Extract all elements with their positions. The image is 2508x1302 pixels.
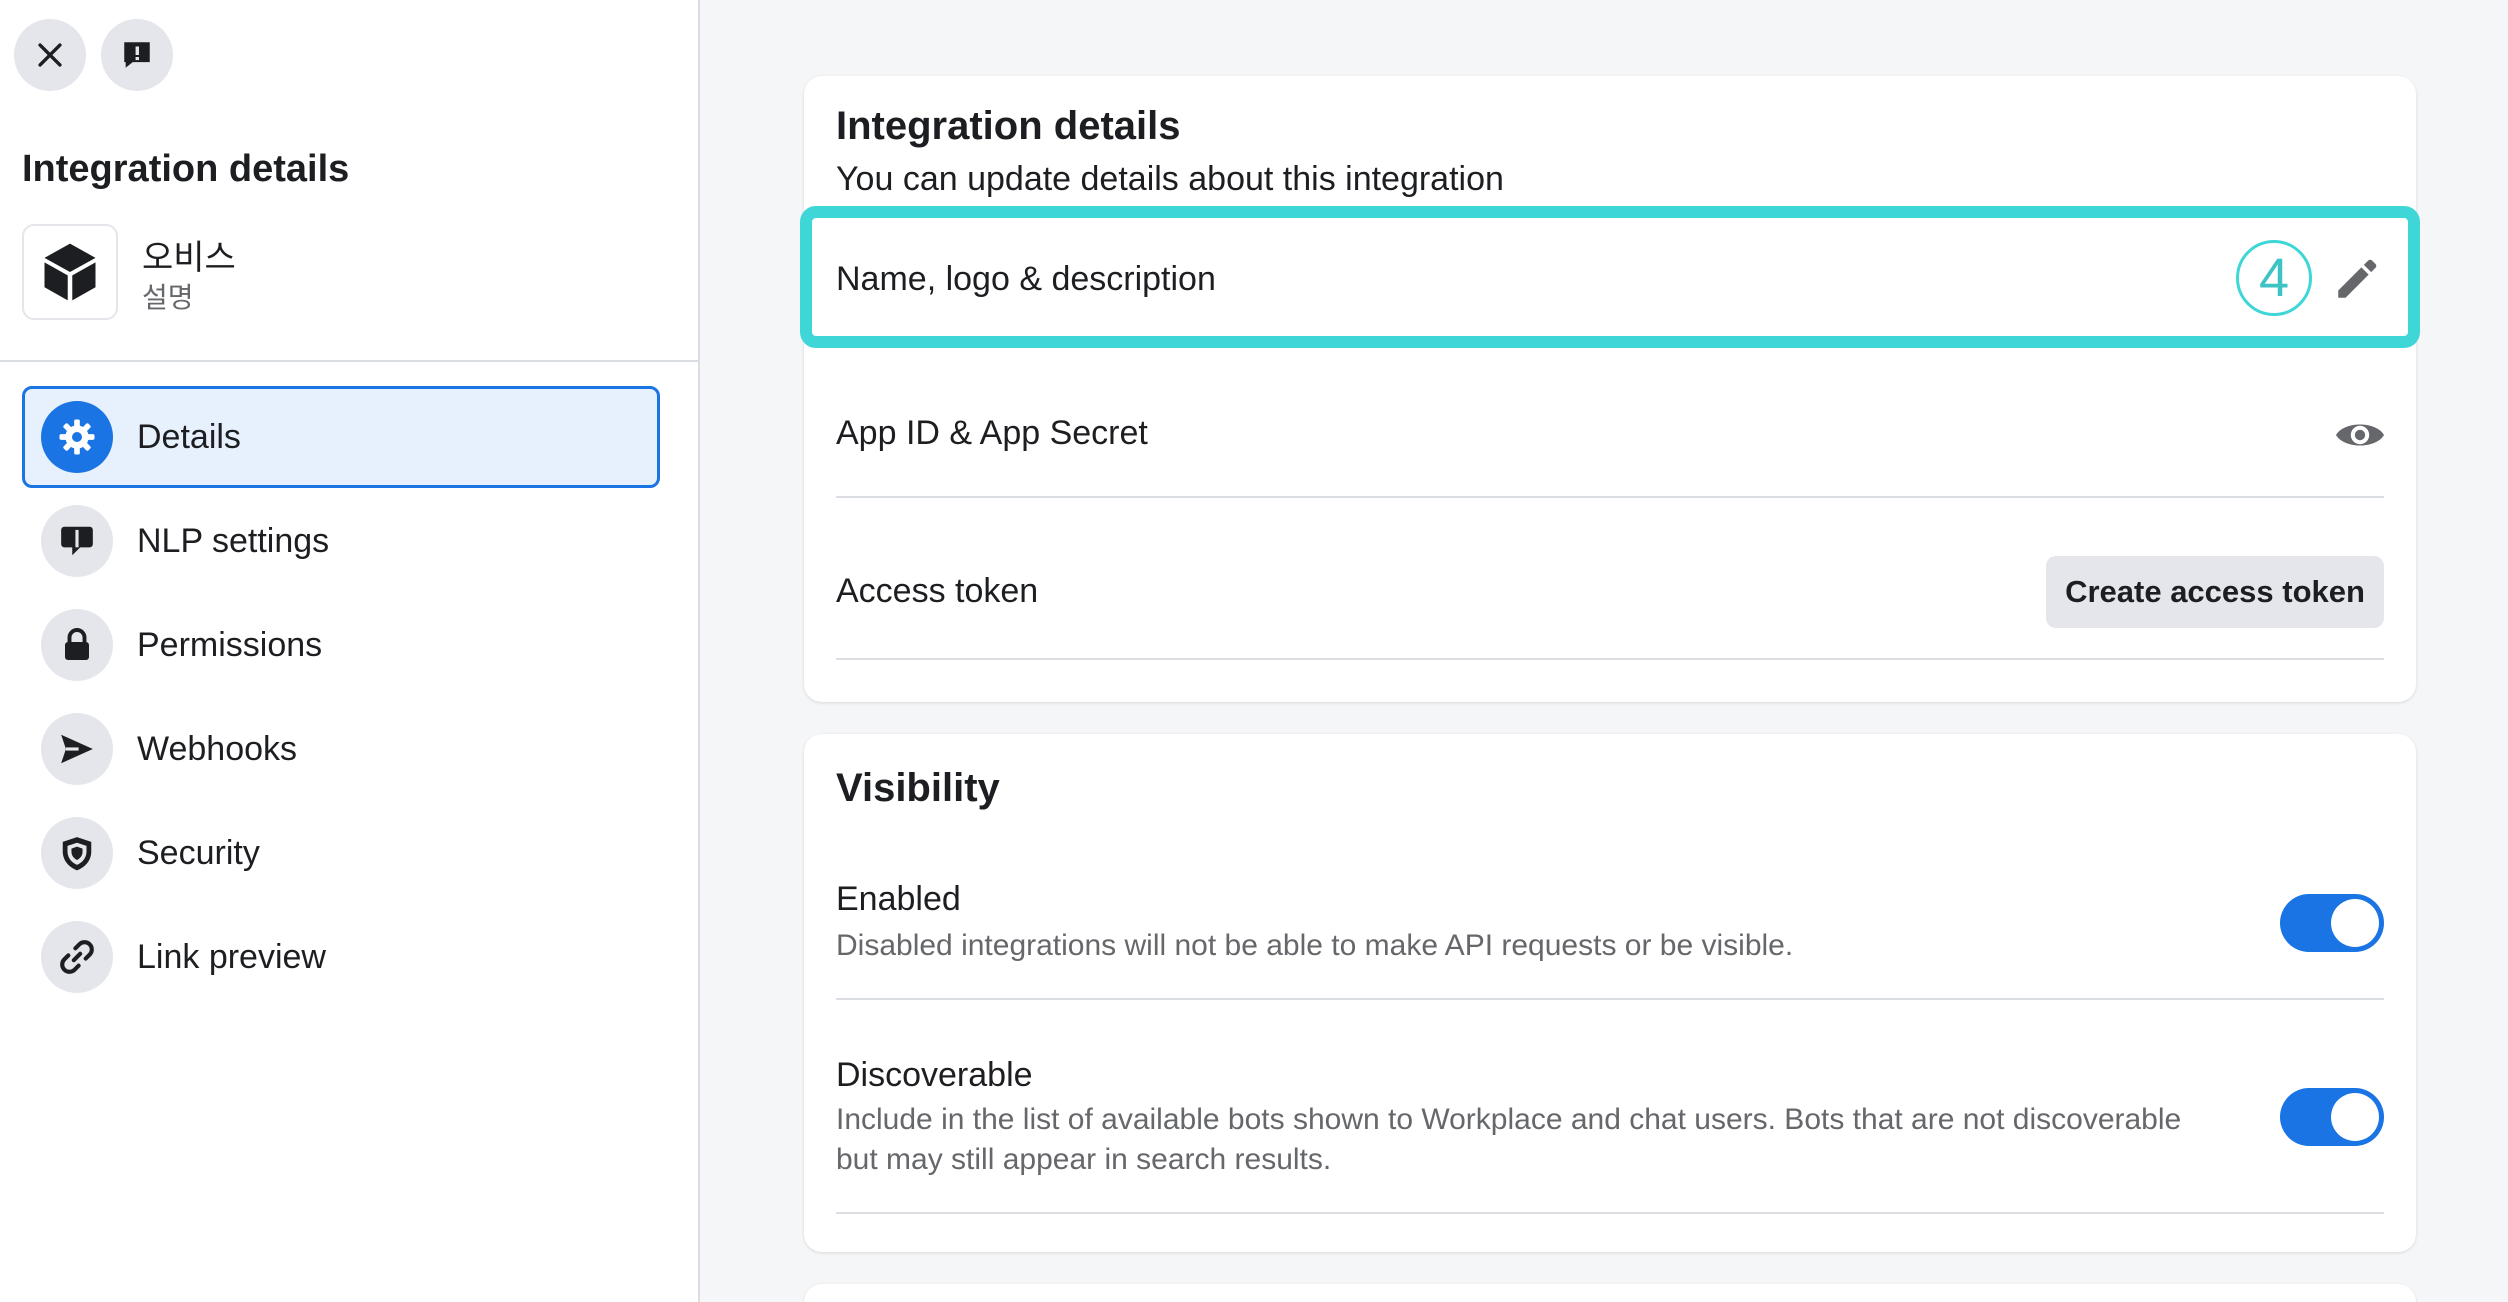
pencil-icon [2338, 259, 2377, 298]
report-button[interactable] [101, 19, 173, 91]
integration-details-card: Integration details You can update detai… [800, 76, 2420, 702]
enabled-title: Enabled [836, 880, 961, 918]
toggle-knob [2331, 899, 2379, 947]
sidebar-item-label: Link preview [137, 937, 326, 976]
lock-icon [65, 628, 89, 660]
reveal-secret-button[interactable] [2334, 414, 2386, 461]
cube-icon [44, 243, 96, 301]
sidebar-item-label: Webhooks [137, 729, 298, 768]
app-logo [22, 224, 118, 320]
row-divider [836, 998, 2384, 1000]
visibility-card: Visibility Enabled Disabled integrations… [804, 734, 2416, 1252]
sidebar-item-label: Details [137, 417, 241, 456]
sidebar-item-label: Permissions [137, 625, 323, 664]
enabled-toggle[interactable] [2280, 894, 2384, 952]
shield-icon [62, 837, 92, 871]
next-card [804, 1284, 2416, 1302]
sidebar-item-details[interactable]: Details [22, 386, 660, 488]
sidebar-divider [0, 360, 700, 362]
create-access-token-button[interactable]: Create access token [2046, 556, 2384, 628]
sidebar-title: Integration details [22, 148, 350, 190]
sidebar-item-security[interactable]: Security [22, 802, 660, 904]
card-title: Visibility [836, 766, 1000, 810]
sidebar-nav: Details NLP settings Permissions Webhook… [22, 386, 660, 1010]
app-id-secret-row: App ID & App Secret [836, 414, 1148, 452]
card-subtitle: You can update details about this integr… [836, 160, 1504, 198]
gear-icon [59, 419, 95, 455]
sidebar: Integration details 오비스 설명 Details NLP s… [0, 0, 700, 1302]
edit-button[interactable] [2332, 254, 2382, 309]
sidebar-item-webhooks[interactable]: Webhooks [22, 698, 660, 800]
send-icon [61, 734, 93, 764]
row-divider [836, 496, 2384, 498]
eye-icon [2336, 424, 2384, 446]
name-logo-description-row[interactable]: Name, logo & description [836, 260, 1216, 299]
row-divider [836, 1212, 2384, 1214]
sidebar-item-nlp-settings[interactable]: NLP settings [22, 490, 660, 592]
card-title: Integration details [836, 104, 1181, 148]
access-token-row: Access token [836, 572, 1039, 610]
sidebar-item-label: Security [137, 833, 260, 872]
sidebar-item-permissions[interactable]: Permissions [22, 594, 660, 696]
close-button[interactable] [14, 19, 86, 91]
link-icon [60, 940, 94, 974]
discoverable-title: Discoverable [836, 1056, 1033, 1094]
sidebar-item-link-preview[interactable]: Link preview [22, 906, 660, 1008]
discoverable-description: Include in the list of available bots sh… [836, 1103, 2182, 1176]
speech-bubble-icon [61, 526, 93, 556]
app-name: 오비스 [142, 239, 236, 277]
sidebar-item-label: NLP settings [137, 521, 330, 560]
close-icon [38, 43, 62, 67]
discoverable-toggle[interactable] [2280, 1088, 2384, 1146]
step-badge: 4 [2236, 240, 2312, 316]
row-divider [836, 658, 2384, 660]
report-icon [124, 42, 150, 68]
enabled-description: Disabled integrations will not be able t… [836, 929, 1794, 962]
app-description: 설명 [142, 282, 194, 313]
toggle-knob [2331, 1093, 2379, 1141]
